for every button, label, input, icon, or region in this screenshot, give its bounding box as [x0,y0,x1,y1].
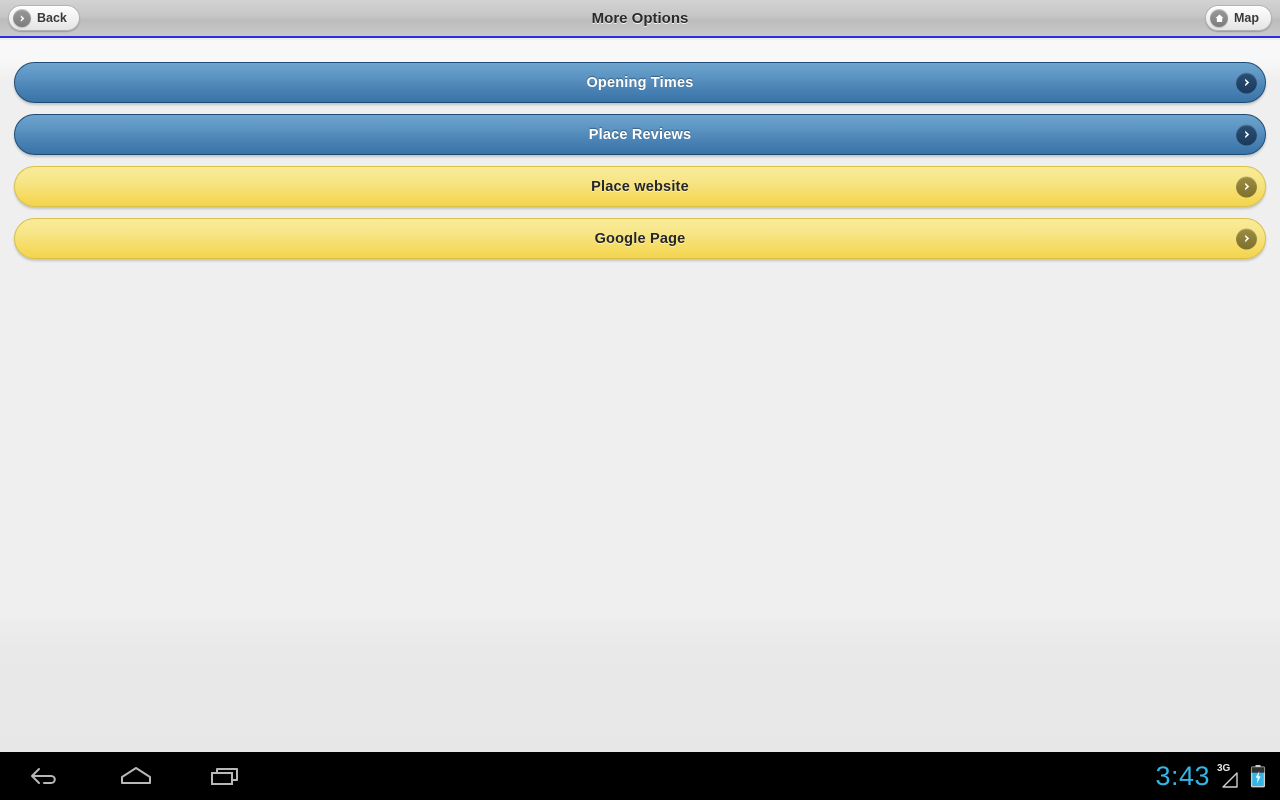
option-button-place-reviews[interactable]: Place Reviews [14,114,1266,155]
home-icon [1210,9,1228,27]
map-button[interactable]: Map [1205,5,1272,31]
network-type-label: 3G [1217,763,1231,774]
page-title: More Options [591,9,689,27]
signal-triangle-icon: 3G [1217,763,1243,789]
option-label: Place Reviews [588,126,692,143]
back-button[interactable]: Back [8,5,80,31]
option-button-opening-times[interactable]: Opening Times [14,62,1266,103]
options-list: Opening Times Place Reviews Place websit… [0,62,1280,259]
option-button-place-website[interactable]: Place website [14,166,1266,207]
back-arrow-icon[interactable] [22,756,70,796]
chevron-right-icon [1236,228,1257,249]
home-pentagon-icon[interactable] [112,756,160,796]
recent-apps-icon[interactable] [202,756,250,796]
circle-arrow-right-icon [13,9,31,27]
status-clock: 3:43 [1155,760,1210,791]
system-nav-keys [0,756,250,796]
content-area: Opening Times Place Reviews Place websit… [0,40,1280,620]
option-label: Google Page [594,230,686,247]
chevron-right-icon [1236,176,1257,197]
status-icons: 3:43 3G [1155,760,1280,791]
chevron-right-icon [1236,124,1257,145]
lower-background-band [0,620,1280,752]
option-button-google-page[interactable]: Google Page [14,218,1266,259]
back-button-label: Back [37,11,67,25]
app-header: Back More Options Map [0,0,1280,38]
option-label: Opening Times [586,74,694,91]
option-label: Place website [591,178,689,195]
map-button-label: Map [1234,11,1259,25]
android-system-bar: 3:43 3G [0,752,1280,800]
chevron-right-icon [1236,72,1257,93]
battery-charging-icon [1250,764,1266,788]
